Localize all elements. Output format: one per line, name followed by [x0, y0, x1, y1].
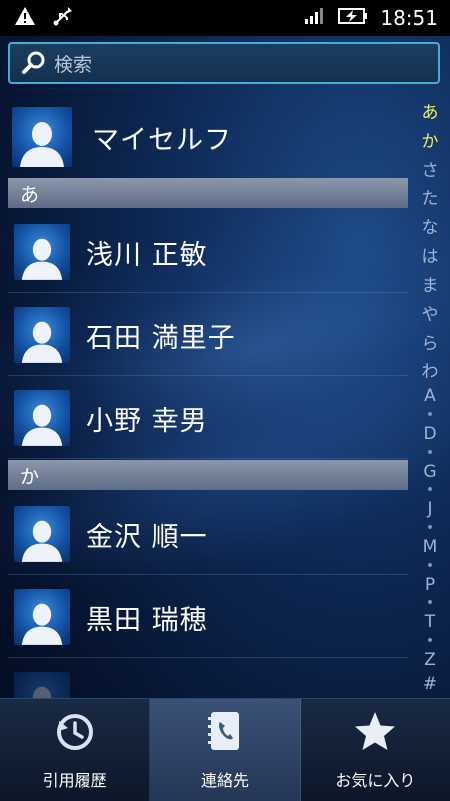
index-dot: •: [425, 407, 435, 424]
index-letter[interactable]: ま: [422, 271, 439, 296]
contact-name: 石田 満里子: [86, 322, 236, 354]
tab-label: 引用履歴: [42, 771, 107, 790]
contact-row[interactable]: 金沢 順一: [8, 494, 408, 575]
search-input[interactable]: 検索: [8, 42, 440, 84]
index-dot: •: [425, 482, 435, 499]
index-letter[interactable]: G: [423, 462, 436, 482]
index-dot: •: [425, 557, 435, 574]
index-letter[interactable]: や: [422, 300, 439, 325]
history-icon: [53, 709, 97, 757]
tab-contacts[interactable]: 連絡先: [150, 699, 301, 801]
index-dot: •: [425, 520, 435, 537]
usb-icon: [52, 5, 74, 31]
index-letter[interactable]: P: [425, 575, 435, 595]
contact-name: 黒田 瑞穂: [86, 604, 208, 636]
index-letter[interactable]: #: [423, 674, 437, 694]
index-letter[interactable]: Z: [424, 650, 436, 670]
bottom-tab-bar: 引用履歴 連絡先 お気に入り: [0, 698, 450, 801]
index-letter[interactable]: な: [422, 213, 439, 238]
contact-name: 浅川 正敏: [86, 239, 208, 271]
star-icon: [353, 709, 397, 757]
avatar: [12, 107, 72, 167]
tab-label: お気に入り: [335, 771, 416, 790]
section-header-label: か: [20, 465, 40, 488]
index-letter[interactable]: D: [423, 424, 436, 444]
index-scrollbar[interactable]: あ か さ た な は ま や ら わ A • D • G • J • M • …: [416, 98, 444, 694]
avatar: [14, 224, 70, 280]
index-letter[interactable]: さ: [422, 156, 439, 181]
section-header: あ: [8, 178, 408, 208]
index-letter[interactable]: は: [422, 242, 439, 267]
index-letter[interactable]: T: [425, 612, 435, 632]
contact-row[interactable]: 黒田 瑞穂: [8, 577, 408, 658]
avatar: [14, 307, 70, 363]
avatar: [14, 390, 70, 446]
contact-row[interactable]: 石田 満里子: [8, 295, 408, 376]
my-profile-row[interactable]: マイセルフ: [8, 100, 408, 174]
contact-name: 小野 幸男: [86, 405, 208, 437]
tab-label: 連絡先: [200, 771, 249, 790]
index-dot: •: [425, 595, 435, 612]
contact-name: 金沢 順一: [86, 521, 208, 553]
avatar: [14, 589, 70, 645]
index-dot: •: [425, 444, 435, 461]
search-placeholder: 検索: [54, 53, 93, 76]
contact-row[interactable]: 小野 幸男: [8, 378, 408, 459]
contacts-book-icon: [205, 709, 245, 757]
status-bar: 18:51: [0, 0, 450, 36]
clock: 18:51: [380, 6, 438, 30]
battery-charging-icon: [338, 7, 368, 29]
signal-icon: [304, 7, 326, 29]
section-header-label: あ: [20, 183, 40, 206]
index-letter[interactable]: た: [422, 184, 439, 209]
tab-favorites[interactable]: お気に入り: [301, 699, 450, 801]
index-letter[interactable]: A: [424, 386, 436, 406]
index-letter[interactable]: ら: [422, 329, 439, 354]
search-icon: [16, 45, 52, 81]
contact-name: マイセルフ: [92, 124, 232, 156]
index-letter[interactable]: あ: [422, 98, 439, 123]
index-letter[interactable]: J: [427, 499, 432, 519]
tab-history[interactable]: 引用履歴: [0, 699, 151, 801]
index-letter[interactable]: M: [423, 537, 438, 557]
contact-row[interactable]: 浅川 正敏: [8, 212, 408, 293]
section-header: か: [8, 460, 408, 490]
warning-icon: [14, 6, 36, 30]
index-letter[interactable]: わ: [422, 357, 439, 382]
avatar: [14, 506, 70, 562]
index-dot: •: [425, 633, 435, 650]
index-letter[interactable]: か: [422, 127, 439, 152]
